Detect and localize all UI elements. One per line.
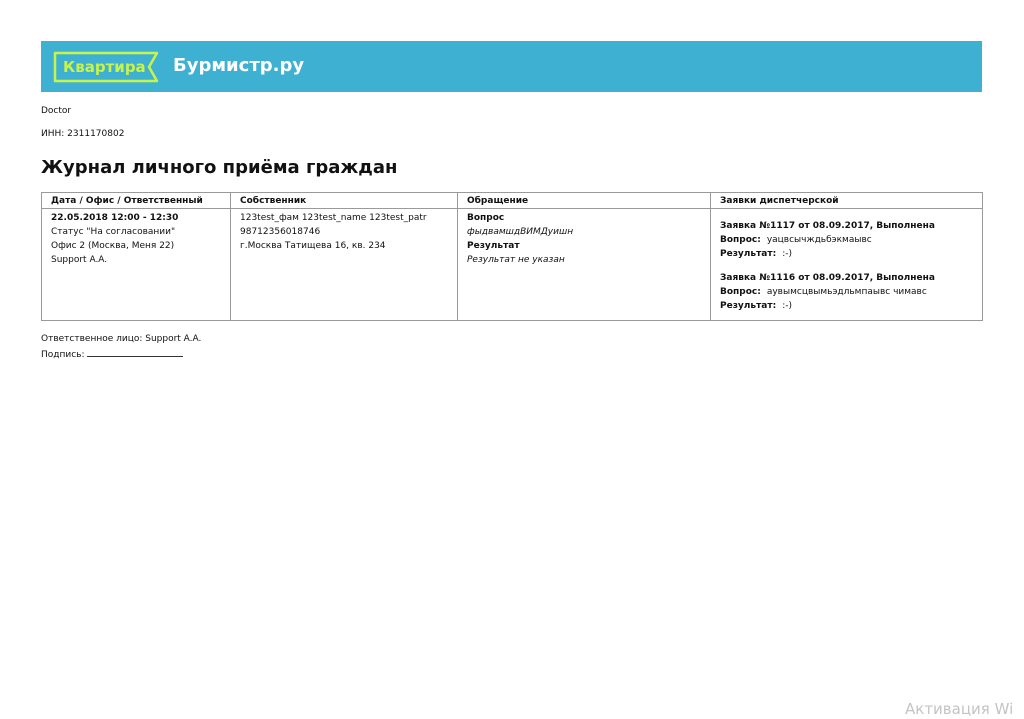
request-question-text: аувымсцвымьэдльмпаывс чимавс [766, 287, 927, 297]
appeal-question-text: фыдвамшдВИМДуишн [467, 227, 574, 237]
column-header-date-office: Дата / Офис / Ответственный [41, 192, 231, 209]
dispatch-request: Заявка №1117 от 08.09.2017, Выполнена Во… [720, 219, 973, 261]
appointment-office: Офис 2 (Москва, Меня 22) [51, 241, 175, 251]
column-header-owner: Собственник [230, 192, 458, 209]
request-question: Вопрос: уацвсычждьбэкмаывс [720, 233, 973, 247]
owner-name: 123test_фам 123test_name 123test_patr [240, 213, 427, 223]
owner-phone: 98712356018746 [240, 227, 321, 237]
request-question-text: уацвсычждьбэкмаывс [766, 235, 872, 245]
logo-badge-text: Квартира [63, 58, 146, 76]
column-header-appeal: Обращение [457, 192, 711, 209]
request-result-text: :-) [782, 249, 792, 259]
request-title: Заявка №1117 от 08.09.2017, Выполнена [720, 221, 935, 231]
dispatch-request: Заявка №1116 от 08.09.2017, Выполнена Во… [720, 271, 973, 313]
cell-owner: 123test_фам 123test_name 123test_patr 98… [230, 208, 458, 321]
request-result: Результат: :-) [720, 299, 973, 313]
request-result-label: Результат: [720, 301, 777, 311]
table-header-row: Дата / Офис / Ответственный Собственник … [41, 192, 983, 209]
request-question-label: Вопрос: [720, 235, 761, 245]
table-row: 22.05.2018 12:00 - 12:30 Статус "На согл… [41, 208, 983, 321]
organization-inn: ИНН: 2311170802 [41, 129, 125, 139]
cell-date-office: 22.05.2018 12:00 - 12:30 Статус "На согл… [41, 208, 231, 321]
request-question-label: Вопрос: [720, 287, 761, 297]
signature-line [86, 347, 183, 357]
page-title: Журнал личного приёма граждан [41, 157, 398, 178]
owner-address: г.Москва Татищева 16, кв. 234 [240, 241, 386, 251]
signature-label: Подпись: [41, 350, 85, 360]
request-result-text: :-) [782, 301, 792, 311]
footer-responsible-person: Ответственное лицо: Support A.A. [41, 334, 202, 344]
request-question: Вопрос: аувымсцвымьэдльмпаывс чимавс [720, 285, 973, 299]
appointment-responsible: Support A.A. [51, 255, 108, 265]
appeal-question-label: Вопрос [467, 213, 505, 223]
cell-dispatch-requests: Заявка №1117 от 08.09.2017, Выполнена Во… [710, 208, 983, 321]
header-banner: Квартира Бурмистр.ру [41, 41, 982, 92]
logo-wordmark: Бурмистр.ру [173, 55, 305, 76]
appeal-result-text: Результат не указан [467, 255, 565, 265]
logo-badge: Квартира [53, 51, 159, 83]
appointment-datetime: 22.05.2018 12:00 - 12:30 [51, 213, 179, 223]
column-header-dispatch-requests: Заявки диспетчерской [710, 192, 983, 209]
windows-activation-watermark: Активация Wi [905, 700, 1014, 718]
organization-name: Doctor [41, 106, 72, 116]
request-result-label: Результат: [720, 249, 777, 259]
reception-journal-table: Дата / Офис / Ответственный Собственник … [41, 192, 983, 321]
cell-appeal: Вопрос фыдвамшдВИМДуишн Результат Резуль… [457, 208, 711, 321]
appointment-status: Статус "На согласовании" [51, 227, 176, 237]
appeal-result-label: Результат [467, 241, 520, 251]
request-title: Заявка №1116 от 08.09.2017, Выполнена [720, 273, 935, 283]
request-result: Результат: :-) [720, 247, 973, 261]
footer-signature: Подпись: [41, 347, 183, 361]
